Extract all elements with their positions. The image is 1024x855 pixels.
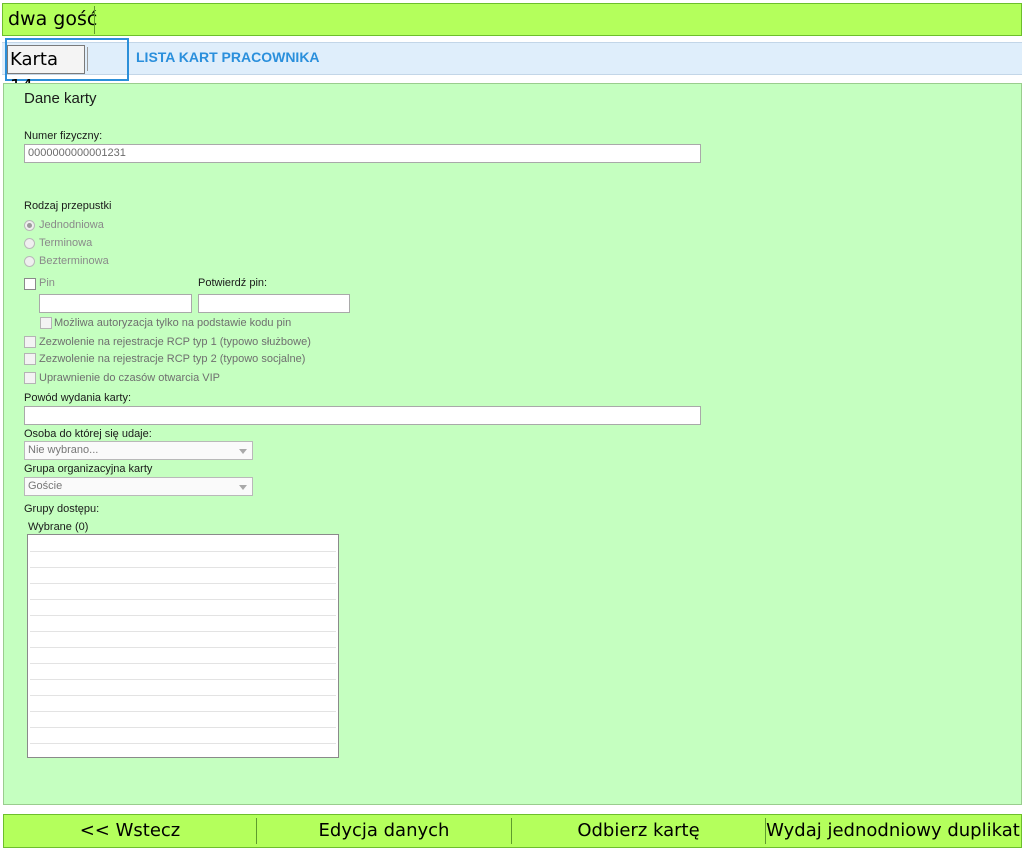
org-group-value: Goście bbox=[28, 480, 63, 492]
rcp-type1-checkbox[interactable] bbox=[24, 336, 36, 348]
back-button[interactable]: << Wstecz bbox=[4, 815, 256, 847]
tab-karta[interactable]: Karta 14 bbox=[7, 45, 85, 97]
radio-one-day[interactable] bbox=[24, 220, 35, 231]
rcp-type1-label: Zezwolenie na rejestracje RCP typ 1 (typ… bbox=[39, 336, 311, 348]
chevron-down-icon bbox=[239, 485, 247, 490]
title-bar: dwa gość bbox=[2, 3, 1022, 36]
title-separator bbox=[94, 6, 95, 34]
pin-checkbox[interactable] bbox=[24, 278, 36, 290]
physical-number-field[interactable]: 0000000000001231 bbox=[24, 144, 701, 163]
access-groups-selected-header: Wybrane (0) bbox=[28, 521, 89, 533]
list-row-divider bbox=[30, 743, 336, 744]
confirm-pin-label: Potwierdź pin: bbox=[198, 277, 268, 289]
vip-hours-label: Uprawnienie do czasów otwarcia VIP bbox=[39, 372, 220, 384]
list-row-divider bbox=[30, 615, 336, 616]
radio-term[interactable] bbox=[24, 238, 35, 249]
list-row-divider bbox=[30, 599, 336, 600]
access-groups-list[interactable] bbox=[27, 534, 339, 758]
radio-term-label: Terminowa bbox=[39, 237, 93, 249]
window-title: dwa gość bbox=[8, 8, 98, 30]
pin-label: Pin bbox=[39, 277, 55, 289]
org-group-dropdown[interactable]: Goście bbox=[24, 477, 253, 496]
list-row-divider bbox=[30, 727, 336, 728]
physical-number-label: Numer fizyczny: bbox=[24, 130, 103, 142]
chevron-down-icon bbox=[239, 449, 247, 454]
list-row-divider bbox=[30, 567, 336, 568]
radio-selected-dot bbox=[27, 223, 32, 228]
tab-separator bbox=[87, 47, 88, 71]
rcp-type2-checkbox[interactable] bbox=[24, 353, 36, 365]
list-row-divider bbox=[30, 679, 336, 680]
radio-unlimited-label: Bezterminowa bbox=[39, 255, 109, 267]
radio-unlimited[interactable] bbox=[24, 256, 35, 267]
org-group-label: Grupa organizacyjna karty bbox=[24, 463, 153, 475]
list-row-divider bbox=[30, 695, 336, 696]
pin-only-auth-checkbox[interactable] bbox=[40, 317, 52, 329]
visited-person-value: Nie wybrano... bbox=[28, 444, 99, 456]
pass-type-label: Rodzaj przepustki bbox=[24, 200, 112, 212]
list-row-divider bbox=[30, 711, 336, 712]
edit-data-button[interactable]: Edycja danych bbox=[257, 815, 511, 847]
list-row-divider bbox=[30, 631, 336, 632]
visited-person-dropdown[interactable]: Nie wybrano... bbox=[24, 441, 253, 460]
list-row-divider bbox=[30, 583, 336, 584]
pin-only-auth-label: Możliwa autoryzacja tylko na podstawie k… bbox=[54, 317, 292, 329]
receive-card-button[interactable]: Odbierz kartę bbox=[512, 815, 765, 847]
list-row-divider bbox=[30, 551, 336, 552]
list-row-divider bbox=[30, 663, 336, 664]
issue-reason-field[interactable] bbox=[24, 406, 701, 425]
issue-duplicate-button[interactable]: Wydaj jednodniowy duplikat bbox=[766, 815, 1020, 847]
radio-one-day-label: Jednodniowa bbox=[39, 219, 104, 231]
section-title: Dane karty bbox=[24, 90, 97, 107]
employee-card-list-link[interactable]: LISTA KART PRACOWNIKA bbox=[136, 49, 320, 65]
vip-hours-checkbox[interactable] bbox=[24, 372, 36, 384]
confirm-pin-field[interactable] bbox=[198, 294, 350, 313]
issue-reason-label: Powód wydania karty: bbox=[24, 392, 131, 404]
list-row-divider bbox=[30, 647, 336, 648]
pin-field[interactable] bbox=[39, 294, 192, 313]
access-groups-label: Grupy dostępu: bbox=[24, 503, 100, 515]
action-bar: << Wstecz Edycja danych Odbierz kartę Wy… bbox=[3, 814, 1022, 848]
rcp-type2-label: Zezwolenie na rejestracje RCP typ 2 (typ… bbox=[39, 353, 306, 365]
visited-person-label: Osoba do której się udaje: bbox=[24, 428, 152, 440]
